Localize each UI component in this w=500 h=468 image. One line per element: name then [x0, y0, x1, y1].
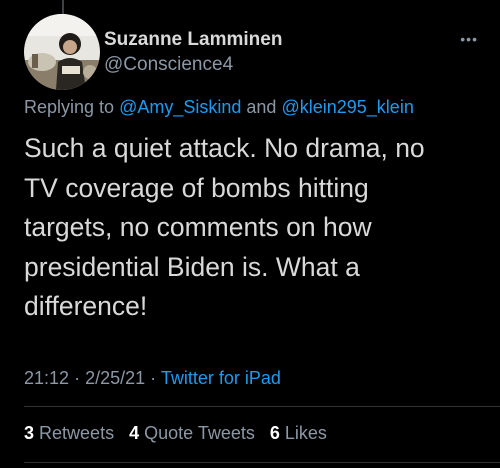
replying-to-label: Replying to — [24, 97, 115, 117]
retweets-count: 3 — [24, 423, 35, 443]
tweet-metadata: 21:12 · 2/25/21 · Twitter for iPad — [24, 367, 281, 389]
engagement-stats: 3 Retweets 4 Quote Tweets 6 Likes — [24, 422, 337, 444]
tweet-date[interactable]: 2/25/21 — [85, 368, 145, 388]
more-options-icon[interactable]: ••• — [460, 32, 478, 46]
tweet-text-line: targets, no comments on how — [24, 212, 372, 242]
mention-link-amy-siskind[interactable]: @Amy_Siskind — [119, 97, 241, 117]
tweet-text-line: difference! — [24, 291, 148, 321]
likes-count: 6 — [269, 423, 280, 443]
avatar[interactable] — [24, 14, 100, 90]
tweet-source-link[interactable]: Twitter for iPad — [161, 368, 281, 388]
thread-connector-line — [62, 0, 64, 14]
quote-tweets-stat[interactable]: 4 Quote Tweets — [129, 423, 255, 443]
author-block[interactable]: Suzanne Lamminen @Conscience4 — [104, 29, 282, 77]
author-display-name[interactable]: Suzanne Lamminen — [104, 29, 282, 51]
meta-separator: · — [150, 368, 157, 388]
quote-tweets-label: Quote Tweets — [144, 423, 255, 443]
meta-separator: · — [74, 368, 81, 388]
retweets-stat[interactable]: 3 Retweets — [24, 423, 114, 443]
retweets-label: Retweets — [39, 423, 115, 443]
likes-label: Likes — [284, 423, 327, 443]
avatar-photo — [24, 14, 100, 90]
quote-tweets-count: 4 — [129, 423, 140, 443]
tweet-text-line: TV coverage of bombs hitting — [24, 172, 369, 203]
tweet-text-line: Such a quiet attack. No drama, no — [24, 133, 425, 163]
tweet-time[interactable]: 21:12 — [24, 368, 69, 388]
author-handle[interactable]: @Conscience4 — [104, 53, 282, 77]
divider — [24, 462, 500, 463]
replying-to-line: Replying to @Amy_Siskind and @klein295_k… — [24, 96, 414, 118]
mention-link-klein295-klein[interactable]: @klein295_klein — [281, 97, 413, 117]
divider — [24, 406, 500, 407]
tweet-text: Such a quiet attack. No drama, no TV cov… — [24, 129, 484, 327]
likes-stat[interactable]: 6 Likes — [270, 423, 327, 443]
tweet-text-line: presidential Biden is. What a — [24, 251, 360, 282]
replying-to-connector: and — [246, 97, 277, 117]
